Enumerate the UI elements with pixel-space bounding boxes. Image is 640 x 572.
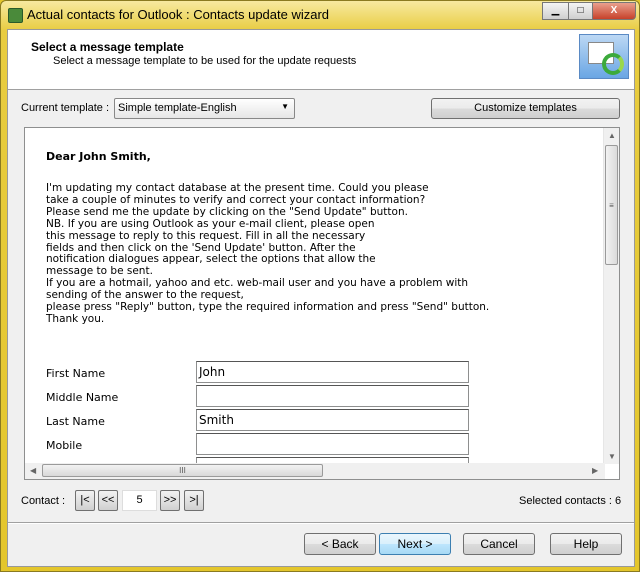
page-subtitle: Select a message template to be used for… (53, 55, 357, 67)
message-preview: Dear John Smith, I'm updating my contact… (24, 127, 620, 480)
middle-name-input[interactable] (196, 385, 469, 407)
scroll-up-icon[interactable]: ▲ (608, 131, 616, 140)
field-label: Last Name (46, 415, 105, 428)
divider (8, 522, 634, 524)
field-label: First Name (46, 367, 106, 380)
vertical-scroll-thumb[interactable]: ≡ (605, 145, 618, 265)
last-contact-button[interactable]: >| (184, 490, 204, 511)
contact-label: Contact : (21, 495, 66, 507)
back-button[interactable]: < Back (304, 533, 376, 555)
message-body: I'm updating my contact database at the … (46, 182, 490, 325)
first-name-input[interactable]: John (196, 361, 469, 383)
window-frame: Actual contacts for Outlook : Contacts u… (0, 0, 640, 572)
last-name-input[interactable]: Smith (196, 409, 469, 431)
contact-card-sync-icon (579, 34, 629, 79)
vertical-scrollbar[interactable]: ▲ ≡ ▼ (603, 128, 619, 464)
contact-number-input[interactable]: 5 (122, 490, 157, 511)
app-icon (8, 8, 23, 23)
selected-contacts-count: Selected contacts : 6 (519, 495, 622, 507)
horizontal-scrollbar[interactable]: ◀ III ▶ (25, 463, 605, 479)
message-greeting: Dear John Smith, (46, 150, 151, 163)
template-selected: Simple template-English (118, 102, 237, 114)
chevron-down-icon: ▼ (281, 102, 289, 111)
horizontal-scroll-thumb[interactable]: III (42, 464, 323, 477)
template-select[interactable]: Simple template-English ▼ (114, 98, 295, 119)
next-contact-button[interactable]: >> (160, 490, 180, 511)
cancel-button[interactable]: Cancel (463, 533, 535, 555)
current-template-label: Current template : (21, 102, 110, 114)
close-button[interactable]: X (592, 2, 636, 20)
scroll-left-icon[interactable]: ◀ (30, 466, 36, 475)
help-button[interactable]: Help (550, 533, 622, 555)
minimize-button[interactable]: ▁ (542, 2, 569, 20)
scroll-right-icon[interactable]: ▶ (592, 466, 598, 475)
wizard-body: Select a message template Select a messa… (7, 29, 635, 567)
page-title: Select a message template (31, 40, 184, 54)
first-contact-button[interactable]: |< (75, 490, 95, 511)
mobile-input[interactable] (196, 433, 469, 455)
window-title: Actual contacts for Outlook : Contacts u… (27, 7, 330, 22)
field-label: Middle Name (46, 391, 119, 404)
previous-contact-button[interactable]: << (98, 490, 118, 511)
scroll-down-icon[interactable]: ▼ (608, 452, 616, 461)
next-button[interactable]: Next > (379, 533, 451, 555)
next-label: Next > (397, 537, 433, 551)
back-label: < Back (321, 537, 359, 551)
field-label: Mobile (46, 439, 83, 452)
wizard-header: Select a message template Select a messa… (8, 30, 634, 90)
customize-templates-button[interactable]: Customize templates (431, 98, 620, 119)
maximize-button[interactable]: □ (568, 2, 593, 20)
